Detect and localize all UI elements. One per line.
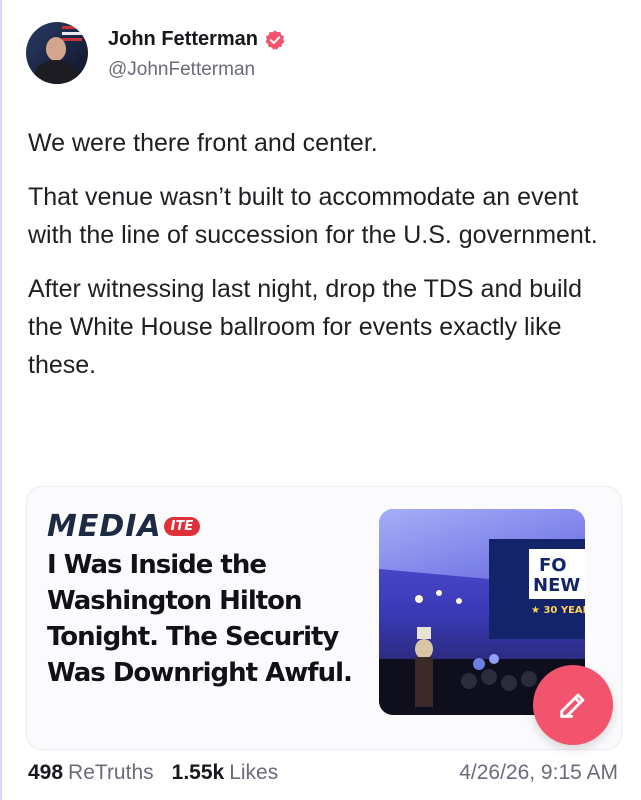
post-header: John Fetterman @JohnFetterman — [26, 22, 286, 92]
post-body: We were there front and center. That ven… — [28, 124, 618, 400]
post-stats: 498 ReTruths 1.55k Likes 4/26/26, 9:15 A… — [28, 760, 618, 786]
retruths-label: ReTruths — [68, 761, 154, 784]
compose-button[interactable] — [533, 665, 613, 745]
post-paragraph: We were there front and center. — [28, 129, 378, 157]
post-paragraph: After witnessing last night, drop the TD… — [28, 275, 583, 379]
post-timestamp: 4/26/26, 9:15 AM — [459, 761, 618, 784]
likes-label: Likes — [229, 761, 279, 784]
link-source-logo: MEDIA ITE — [47, 509, 201, 544]
author-name-row: John Fetterman — [108, 28, 286, 51]
post-paragraph: That venue wasn’t built to accommodate a… — [28, 183, 598, 249]
author-handle[interactable]: @JohnFetterman — [108, 59, 286, 81]
author-name[interactable]: John Fetterman — [108, 28, 258, 51]
retruths-count: 498 — [28, 761, 64, 784]
thumbnail-logo-line: NEW — [533, 575, 580, 596]
source-name: MEDIA — [47, 509, 162, 544]
verified-badge-icon — [265, 29, 285, 50]
avatar[interactable] — [26, 22, 88, 84]
thumbnail-logo-line: FO — [539, 555, 567, 576]
post-container: John Fetterman @JohnFetterman We were th… — [0, 0, 641, 800]
avatar-image — [26, 22, 88, 84]
retruths-stat[interactable]: 498 ReTruths — [28, 761, 154, 785]
source-badge: ITE — [163, 517, 201, 536]
likes-stat[interactable]: 1.55k Likes — [172, 761, 279, 785]
likes-count: 1.55k — [171, 761, 225, 784]
link-headline[interactable]: I Was Inside the Washington Hilton Tonig… — [47, 547, 367, 691]
author-identity: John Fetterman @JohnFetterman — [108, 28, 286, 81]
compose-pencil-icon — [560, 693, 585, 718]
thumbnail-logo-line: ★ 30 YEAR — [531, 605, 585, 616]
